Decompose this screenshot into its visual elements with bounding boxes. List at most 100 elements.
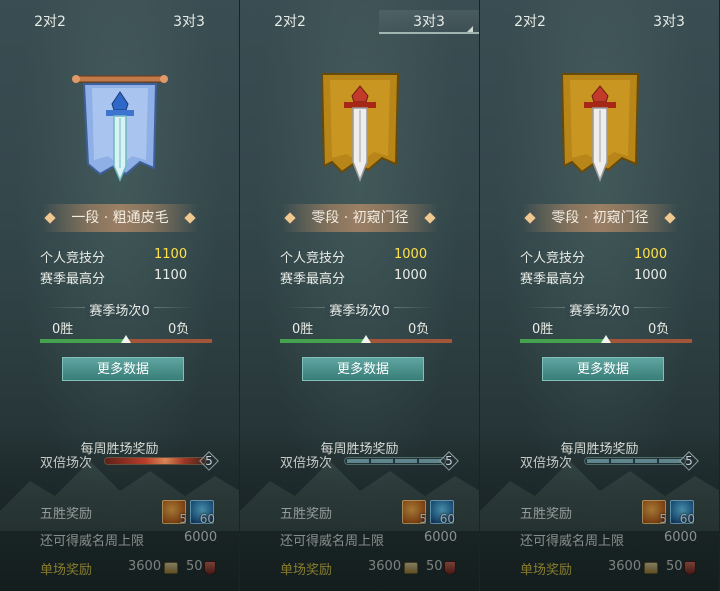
weekly-limit-value: 6000 [664,530,698,545]
wins-count: 0胜 [532,322,554,337]
reward-scroll-count: 5 [659,512,667,526]
single-reward-row: 单场奖励 3600 50 [280,556,460,578]
single-coin-value: 3600 [608,559,642,574]
coin-icon [644,562,658,574]
season-games-label: 赛季场次0 [85,304,154,319]
tab-2v2[interactable]: 2对2 [480,10,580,34]
reward-crystal-count: 60 [199,512,215,526]
single-coin-value: 3600 [128,559,162,574]
double-games-label: 双倍场次 [520,456,573,471]
season-games-label: 赛季场次0 [325,304,394,319]
double-games-progress [584,457,686,465]
coin-icon [164,562,178,574]
season-games: 赛季场次0 [240,300,479,319]
five-win-reward-row: 五胜奖励 5 60 [280,500,460,526]
season-high-label: 赛季最高分 [40,272,106,287]
coin-icon [404,562,418,574]
tab-2v2[interactable]: 2对2 [0,10,100,34]
season-high-label: 赛季最高分 [520,272,586,287]
tab-2v2[interactable]: 2对2 [240,10,340,34]
rank-title: 零段 · 初窥门径 [282,204,438,232]
rank-title: 一段 · 粗通皮毛 [42,204,198,232]
season-high-value: 1100 [154,268,188,283]
wins-count: 0胜 [292,322,314,337]
tab-3v3[interactable]: 3对3 [379,10,479,34]
flame-progress-icon [105,458,205,464]
season-high-value: 1000 [394,268,428,283]
shield-icon [444,561,456,575]
weekly-limit-label: 还可得威名周上限 [40,534,145,549]
single-reward-row: 单场奖励 3600 50 [40,556,220,578]
win-bar-fill [40,339,126,343]
weekly-limit-value: 6000 [184,530,218,545]
weekly-limit-row: 还可得威名周上限 6000 [280,527,460,549]
double-games-row: 双倍场次 5 [520,452,700,471]
reward-crystal-count: 60 [439,512,455,526]
reward-crystal-icon[interactable]: 60 [430,500,455,526]
personal-score-row: 个人竞技分 1100 [40,247,200,267]
reward-scroll-count: 5 [419,512,427,526]
shield-icon [204,561,216,575]
shield-icon [684,561,696,575]
single-shield-value: 50 [666,559,683,574]
reward-scroll-count: 5 [179,512,187,526]
reward-scroll-icon[interactable]: 5 [162,500,187,526]
arena-stats-screen: 2对2 3对3 一段 · 粗通皮毛 个人竞技分 1100 赛季最高分 1100 … [0,0,720,591]
more-data-button[interactable]: 更多数据 [62,357,184,381]
five-win-label: 五胜奖励 [280,507,333,522]
losses-count: 0负 [648,322,670,337]
double-games-progress [344,457,446,465]
season-games: 赛季场次0 [0,300,239,319]
mode-tabs: 2对2 3对3 [480,0,719,46]
weekly-limit-value: 6000 [424,530,458,545]
personal-score-label: 个人竞技分 [280,251,346,266]
ratio-marker-icon [601,335,611,343]
more-data-button[interactable]: 更多数据 [542,357,664,381]
tab-3v3[interactable]: 3对3 [619,10,719,34]
blue-banner-icon [72,75,168,182]
weekly-limit-row: 还可得威名周上限 6000 [520,527,700,549]
gold-banner-icon [560,73,640,183]
five-win-label: 五胜奖励 [40,507,93,522]
single-reward-label: 单场奖励 [280,563,333,578]
reward-scroll-icon[interactable]: 5 [402,500,427,526]
single-shield-value: 50 [426,559,443,574]
personal-score-label: 个人竞技分 [520,251,586,266]
five-win-reward-row: 五胜奖励 5 60 [40,500,220,526]
progress-segment [587,459,609,463]
double-games-progress [104,457,206,465]
losses-count: 0负 [168,322,190,337]
reward-crystal-icon[interactable]: 60 [670,500,695,526]
rank-panel-3: 2对2 3对3 零段 · 初窥门径 个人竞技分 1000 赛季最高分 1000 … [480,0,720,591]
win-bar-fill [520,339,606,343]
single-reward-label: 单场奖励 [40,563,93,578]
ratio-marker-icon [361,335,371,343]
loss-bar-fill [126,339,212,343]
weekly-limit-label: 还可得威名周上限 [520,534,625,549]
win-bar-fill [280,339,366,343]
single-shield-value: 50 [186,559,203,574]
double-games-label: 双倍场次 [40,456,93,471]
personal-score-value: 1000 [634,247,668,262]
personal-score-label: 个人竞技分 [40,251,106,266]
season-games: 赛季场次0 [480,300,719,319]
reward-crystal-icon[interactable]: 60 [190,500,215,526]
loss-bar-fill [606,339,692,343]
more-data-button[interactable]: 更多数据 [302,357,424,381]
progress-segment [659,459,681,463]
single-reward-label: 单场奖励 [520,563,573,578]
loss-bar-fill [366,339,452,343]
reward-scroll-icon[interactable]: 5 [642,500,667,526]
rank-panel-2: 2对2 3对3 零段 · 初窥门径 个人竞技分 1000 赛季最高分 1000 … [240,0,480,591]
wins-count: 0胜 [52,322,74,337]
mode-tabs: 2对2 3对3 [0,0,239,46]
gold-banner-icon [320,73,400,183]
losses-count: 0负 [408,322,430,337]
personal-score-value: 1100 [154,247,188,262]
personal-score-row: 个人竞技分 1000 [280,247,440,267]
season-high-value: 1000 [634,268,668,283]
tab-3v3[interactable]: 3对3 [139,10,239,34]
progress-segment [635,459,657,463]
progress-segment [371,459,393,463]
personal-score-row: 个人竞技分 1000 [520,247,680,267]
